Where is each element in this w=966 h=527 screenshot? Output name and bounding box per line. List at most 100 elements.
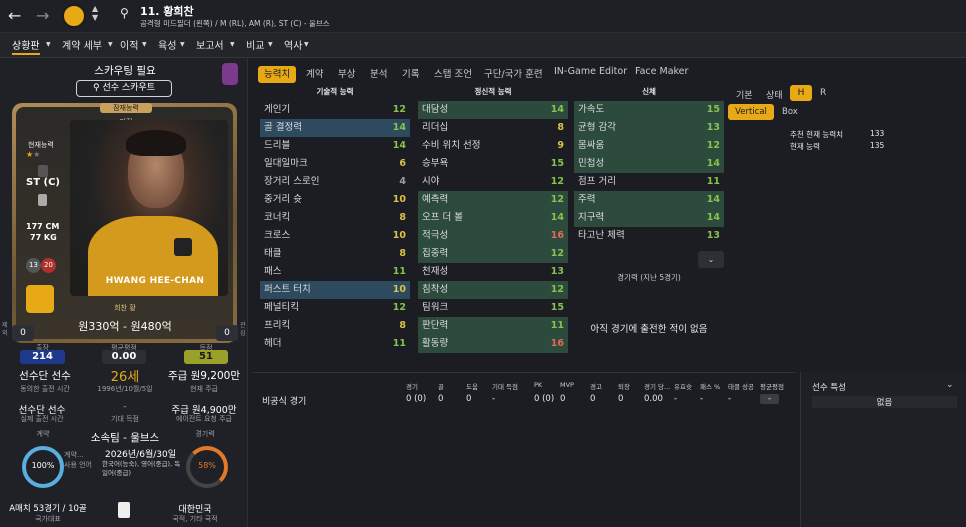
- attribute-row[interactable]: 타고난 체력 13: [574, 227, 724, 245]
- attribute-name: 오프 더 볼: [422, 212, 463, 223]
- attribute-row[interactable]: 천재성 13: [418, 263, 568, 281]
- attribute-row[interactable]: 수비 위치 선정 9: [418, 137, 568, 155]
- attribute-row[interactable]: 리더십 8: [418, 119, 568, 137]
- attribute-row[interactable]: 퍼스트 터치 10: [260, 281, 410, 299]
- attribute-row[interactable]: 주력 14: [574, 191, 724, 209]
- attribute-row[interactable]: 코너킥 8: [260, 209, 410, 227]
- club-dropdown-icon[interactable]: ▲ ▼: [92, 4, 98, 22]
- attribute-row[interactable]: 중거리 슛 10: [260, 191, 410, 209]
- nav-history[interactable]: 역사: [284, 37, 302, 55]
- attribute-value: 12: [550, 176, 564, 187]
- stats-col-header[interactable]: 퇴장: [618, 381, 630, 391]
- stats-col-header[interactable]: 골: [438, 381, 444, 391]
- attribute-row[interactable]: 크로스 10: [260, 227, 410, 245]
- attribute-row[interactable]: 게인기 12: [260, 101, 410, 119]
- back-arrow-icon[interactable]: ←: [8, 6, 21, 25]
- stats-col-header[interactable]: 도움: [466, 381, 478, 391]
- attribute-row[interactable]: 프리킥 8: [260, 317, 410, 335]
- attribute-row[interactable]: 헤더 11: [260, 335, 410, 353]
- attribute-row[interactable]: 적극성 16: [418, 227, 568, 245]
- tab-analysis[interactable]: 분석: [370, 66, 387, 83]
- attribute-row[interactable]: 활동량 16: [418, 335, 568, 353]
- attribute-name: 게인기: [264, 104, 291, 115]
- expand-chevron-button[interactable]: ⌄: [698, 251, 724, 268]
- attribute-name: 타고난 체력: [578, 230, 625, 241]
- attribute-row[interactable]: 침착성 12: [418, 281, 568, 299]
- stats-col-header[interactable]: 경기 당...: [644, 381, 670, 391]
- attribute-value: 15: [706, 104, 720, 115]
- nav-reports[interactable]: 보고서: [196, 37, 224, 55]
- attribute-row[interactable]: 점프 거리 11: [574, 173, 724, 191]
- attribute-row[interactable]: 장거리 스로인 4: [260, 173, 410, 191]
- tab-records[interactable]: 기록: [402, 66, 419, 83]
- tab-injury[interactable]: 부상: [338, 66, 355, 83]
- stats-col-header[interactable]: 평균평점: [760, 381, 784, 391]
- tab-ingame-editor[interactable]: IN-Game Editor: [554, 66, 627, 83]
- tab-staff-advice[interactable]: 스탭 조언: [434, 66, 472, 83]
- stats-col-header[interactable]: 경기: [406, 381, 418, 391]
- attribute-row[interactable]: 몸싸움 12: [574, 137, 724, 155]
- attribute-row[interactable]: 골 결정력 14: [260, 119, 410, 137]
- excluded-count[interactable]: 0: [12, 325, 34, 341]
- interest-count[interactable]: 0: [216, 325, 238, 341]
- attribute-row[interactable]: 시야 12: [418, 173, 568, 191]
- attribute-row[interactable]: 드리블 14: [260, 137, 410, 155]
- attribute-row[interactable]: 오프 더 볼 14: [418, 209, 568, 227]
- nav-development[interactable]: 육성: [158, 37, 176, 55]
- age-value: 26세: [110, 370, 140, 385]
- attribute-row[interactable]: 판단력 11: [418, 317, 568, 335]
- stats-col-header[interactable]: 경고: [590, 381, 602, 391]
- view-h-button[interactable]: H: [790, 85, 812, 101]
- attribute-row[interactable]: 팀워크 15: [418, 299, 568, 317]
- stats-col-header[interactable]: 유효슛: [674, 381, 692, 391]
- stats-col-header[interactable]: 기대 득점: [492, 381, 518, 391]
- korea-flag: [118, 502, 130, 518]
- tab-face-maker[interactable]: Face Maker: [635, 66, 688, 83]
- goals-value: 51: [184, 350, 228, 364]
- view-state[interactable]: 상태: [766, 88, 783, 101]
- nav-compare[interactable]: 비교: [246, 37, 264, 55]
- stats-cell: 0: [560, 394, 566, 404]
- nav-contract[interactable]: 계약 세부: [62, 37, 102, 55]
- attribute-name: 프리킥: [264, 320, 291, 331]
- vertical-button[interactable]: Vertical: [728, 104, 774, 120]
- attribute-row[interactable]: 페널티킥 12: [260, 299, 410, 317]
- nav-overview[interactable]: 상황판: [12, 37, 40, 55]
- attribute-row[interactable]: 패스 11: [260, 263, 410, 281]
- tab-training[interactable]: 구단/국가 훈련: [484, 66, 543, 83]
- view-basic[interactable]: 기본: [736, 88, 753, 101]
- attribute-name: 헤더: [264, 338, 282, 349]
- attribute-row[interactable]: 지구력 14: [574, 209, 724, 227]
- stats-col-header[interactable]: PK: [534, 381, 542, 389]
- tab-contract[interactable]: 계약: [306, 66, 323, 83]
- attribute-row[interactable]: 일대일마크 6: [260, 155, 410, 173]
- forward-arrow-icon[interactable]: →: [36, 6, 49, 25]
- attribute-value: 9: [557, 140, 564, 151]
- attribute-row[interactable]: 태클 8: [260, 245, 410, 263]
- chevron-down-icon[interactable]: ⌄: [946, 380, 954, 390]
- attribute-name: 판단력: [422, 320, 449, 331]
- attribute-row[interactable]: 민첩성 14: [574, 155, 724, 173]
- attribute-name: 천재성: [422, 266, 449, 277]
- attribute-name: 집중력: [422, 248, 449, 259]
- attribute-row[interactable]: 집중력 12: [418, 245, 568, 263]
- stats-col-header[interactable]: MVP: [560, 381, 574, 389]
- nav-transfer[interactable]: 이적: [120, 37, 138, 55]
- attribute-name: 예측력: [422, 194, 449, 205]
- attribute-row[interactable]: 균형 감각 13: [574, 119, 724, 137]
- attribute-row[interactable]: 승부욕 15: [418, 155, 568, 173]
- attribute-row[interactable]: 대담성 14: [418, 101, 568, 119]
- club-logo[interactable]: [62, 4, 86, 28]
- agent-wage-sub: 에이전트 요청 주급: [176, 415, 232, 423]
- attribute-row[interactable]: 가속도 15: [574, 101, 724, 119]
- attribute-row[interactable]: 예측력 12: [418, 191, 568, 209]
- stats-col-header[interactable]: 태클 성공: [728, 381, 754, 391]
- recommended-ca-label: 추천 현재 능력치: [790, 130, 844, 139]
- tab-attributes[interactable]: 능력치: [258, 66, 297, 83]
- scout-player-button[interactable]: ⚲ 선수 스카우트: [76, 80, 172, 97]
- search-icon[interactable]: ⚲: [120, 6, 129, 20]
- scout-player-label: 선수 스카우트: [102, 83, 155, 93]
- view-r[interactable]: R: [820, 88, 826, 98]
- box-option[interactable]: Box: [782, 107, 798, 117]
- stats-col-header[interactable]: 패스 %: [700, 381, 720, 391]
